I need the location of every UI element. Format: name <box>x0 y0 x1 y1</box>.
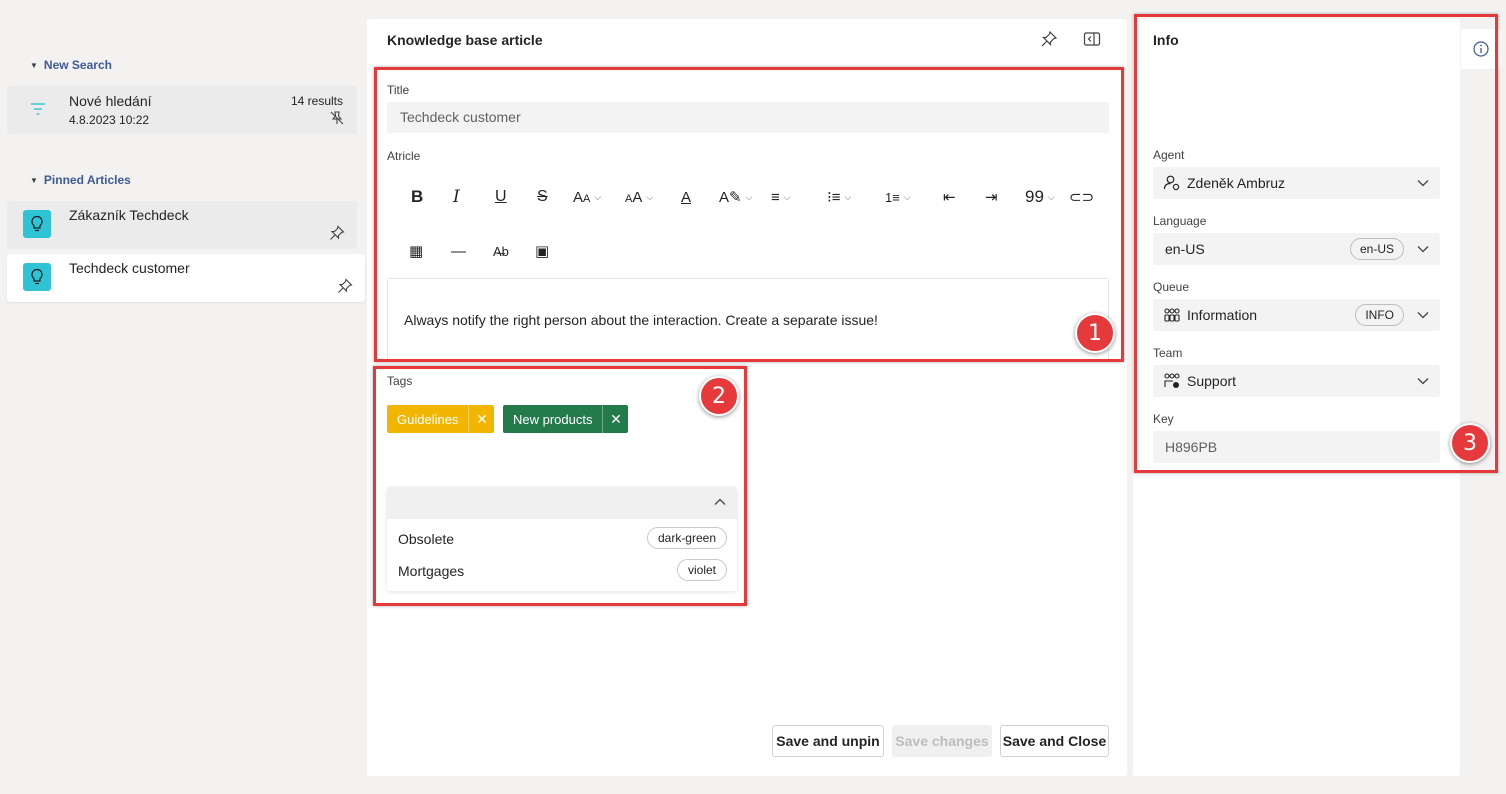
new-search-heading[interactable]: ▼ New Search <box>30 58 112 72</box>
saved-search-name: Nové hledání <box>69 93 152 109</box>
filter-icon <box>31 103 45 115</box>
dock-panel-icon[interactable] <box>1083 30 1101 48</box>
collapse-triangle-icon: ▼ <box>30 175 38 185</box>
saved-search-date: 4.8.2023 10:22 <box>69 113 150 127</box>
collapse-triangle-icon: ▼ <box>30 60 38 70</box>
pin-icon[interactable] <box>329 225 345 241</box>
annotation-badge-2: 2 <box>699 376 739 416</box>
pinned-article-name: Techdeck customer <box>69 260 190 276</box>
pinned-articles-heading-label: Pinned Articles <box>43 173 131 187</box>
annotation-box-1 <box>374 67 1124 362</box>
annotation-badge-3: 3 <box>1450 423 1490 463</box>
lightbulb-icon <box>23 263 51 291</box>
pin-icon[interactable] <box>337 278 353 294</box>
saved-search-item[interactable]: Nové hledání 4.8.2023 10:22 14 results <box>7 86 357 134</box>
annotation-box-3 <box>1134 14 1498 473</box>
save-changes-button[interactable]: Save changes <box>892 725 992 757</box>
pin-icon[interactable] <box>1040 30 1058 48</box>
annotation-box-2 <box>373 366 747 606</box>
panel-title: Knowledge base article <box>387 32 543 48</box>
unpin-icon[interactable] <box>329 110 345 126</box>
pinned-article-item-selected[interactable]: Techdeck customer <box>7 254 365 302</box>
saved-search-count: 14 results <box>290 94 343 108</box>
pinned-article-name: Zákazník Techdeck <box>69 207 189 223</box>
save-and-close-button[interactable]: Save and Close <box>1000 725 1109 757</box>
lightbulb-icon <box>23 210 51 238</box>
new-search-heading-label: New Search <box>43 58 112 72</box>
pinned-article-item[interactable]: Zákazník Techdeck <box>7 201 357 249</box>
pinned-articles-heading[interactable]: ▼ Pinned Articles <box>30 173 131 187</box>
annotation-badge-1: 1 <box>1075 313 1115 353</box>
save-and-unpin-button[interactable]: Save and unpin <box>772 725 884 757</box>
left-panel: ▼ New Search Nové hledání 4.8.2023 10:22… <box>0 0 366 794</box>
